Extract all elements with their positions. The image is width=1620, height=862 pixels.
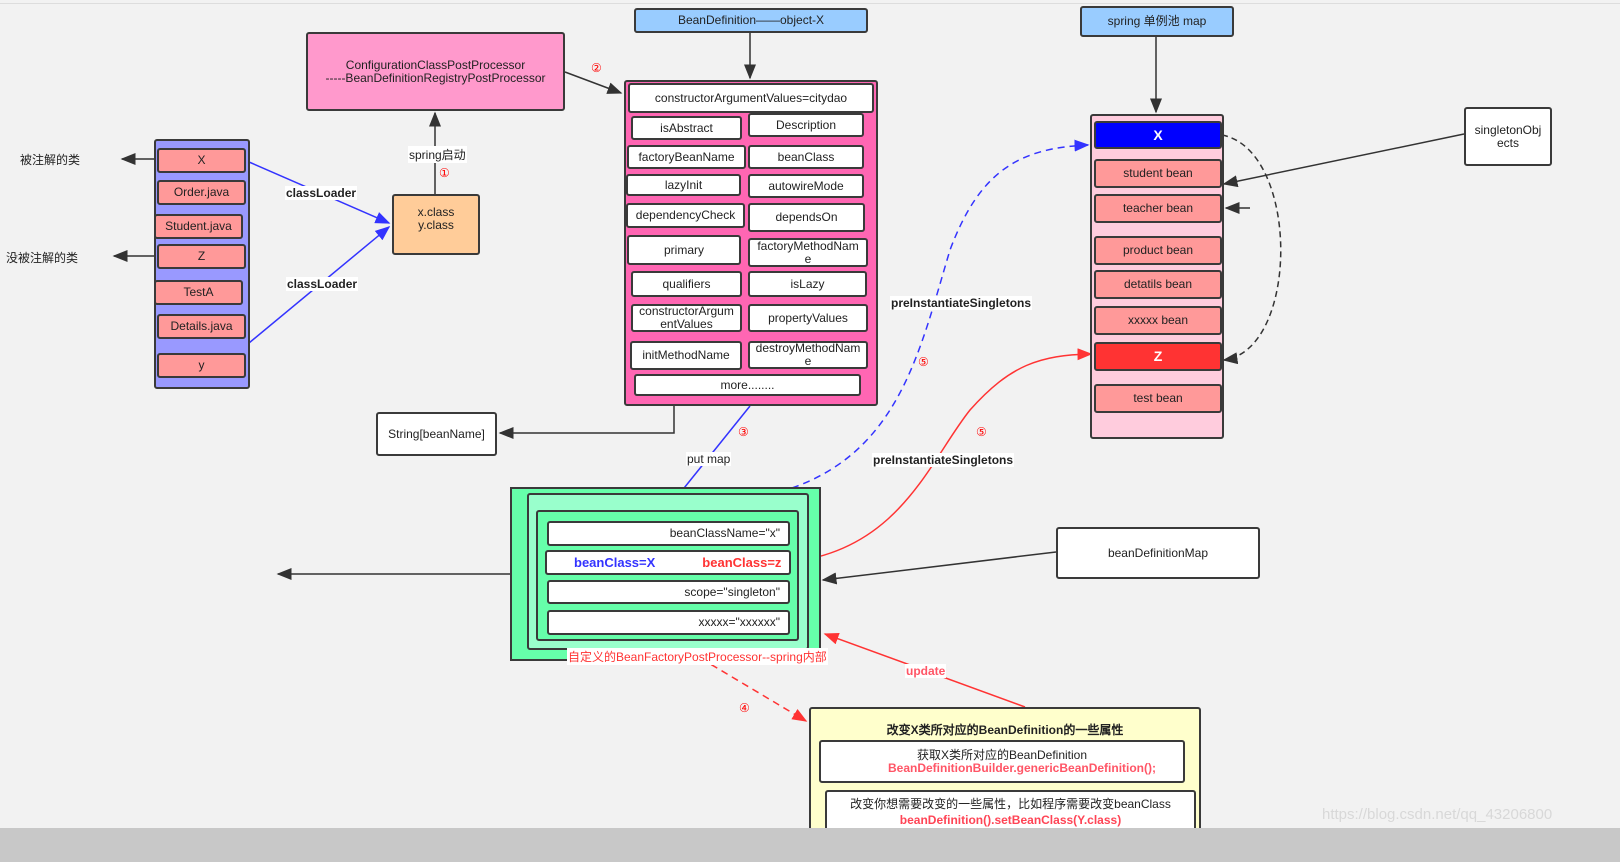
step-4: ④ [739,701,750,715]
not-annotated-label: 没被注解的类 [6,251,79,265]
arrow-singleton-objects [1222,133,1465,188]
class-item: Order.java [157,180,246,205]
bottom-scrollbar[interactable] [0,828,1620,862]
field-cell: dependencyCheck [626,203,745,228]
pool-item-z: Z [1094,342,1222,371]
custom-processor-label: 自定义的BeanFactoryPostProcessor--spring内部 [567,648,828,665]
bdmap-row-other: xxxxx="xxxxxx" [547,610,790,635]
update-label: update [905,664,947,678]
field-cell: destroyMethodName [748,341,868,369]
class-item: y [157,353,246,378]
pool-item: detatils bean [1094,270,1222,299]
modify-title: 改变X类所对应的BeanDefinition的一些属性 [886,723,1124,737]
bean-definition-header: BeanDefinition——object-X [634,8,868,33]
get-bean-definition-box: 获取X类所对应的BeanDefinition BeanDefinitionBui… [819,740,1185,783]
classloader-label: classLoader [286,277,359,291]
pool-item: product bean [1094,236,1222,265]
class-item: TestA [154,280,243,305]
field-cell: beanClass [748,145,864,169]
pre-instantiate-label: preInstantiateSingletons [872,453,1015,467]
class-item: Details.java [157,314,246,339]
step-5: ⑤ [918,355,929,369]
field-cell: dependsOn [748,203,865,232]
pool-item: xxxxx bean [1094,306,1222,335]
step-5: ⑤ [976,425,987,439]
bdmap-row-scope: scope="singleton" [547,580,790,604]
pool-item-x: X [1094,121,1222,149]
class-item: X [157,148,246,173]
field-cell: factoryBeanName [627,145,746,169]
class-files: x.class y.class [392,194,480,255]
bean-definition-map: beanDefinitionMap [1056,527,1260,579]
put-map-label: put map [686,452,732,466]
field-cell: propertyValues [748,304,868,332]
field-constructor-argument-values: constructorArgumentValues=citydao [628,83,874,113]
singleton-pool-header: spring 单例池 map [1080,6,1234,37]
arrow-step2 [564,71,623,94]
arrow-bdmap [821,551,1057,585]
classloader-label: classLoader [285,186,358,200]
step-2: ② [591,61,602,75]
class-item: Student.java [154,214,243,239]
arrow-x-to-z [1221,134,1282,365]
field-cell: initMethodName [630,341,742,370]
field-cell: isLazy [748,271,867,297]
field-cell: qualifiers [631,271,742,297]
field-cell: isAbstract [631,116,742,140]
pool-item: student bean [1094,159,1222,188]
class-item: Z [157,244,246,269]
bdmap-row-classname: beanClassName="x" [547,521,790,546]
singleton-objects: singletonObjects [1464,107,1552,166]
string-bean-name: String[beanName] [376,412,497,456]
step-1: ① [439,166,450,180]
field-cell: primary [627,235,741,265]
watermark: https://blog.csdn.net/qq_43206800 [1322,806,1553,823]
bdmap-row-beanclass: beanClass=X beanClass=z [545,550,791,575]
field-cell: autowireMode [748,174,864,198]
configuration-class-post-processor: ConfigurationClassPostProcessor -----Bea… [306,32,565,111]
field-cell: factoryMethodName [748,238,868,267]
pool-item: teacher bean [1094,194,1222,223]
spring-start-label: spring启动 [408,146,467,163]
annotated-label: 被注解的类 [20,153,81,167]
bean-class-x: beanClass=X [574,555,656,570]
pre-instantiate-label: preInstantiateSingletons [890,296,1033,310]
field-cell: lazyInit [626,174,741,196]
field-cell: Description [748,113,864,137]
field-cell: constructorArgumentValues [631,304,742,332]
field-more: more........ [634,374,861,396]
arrow-string-beanname [498,405,675,439]
bean-class-z: beanClass=z [702,555,782,570]
pool-item: test bean [1094,384,1222,413]
step-3: ③ [738,425,749,439]
